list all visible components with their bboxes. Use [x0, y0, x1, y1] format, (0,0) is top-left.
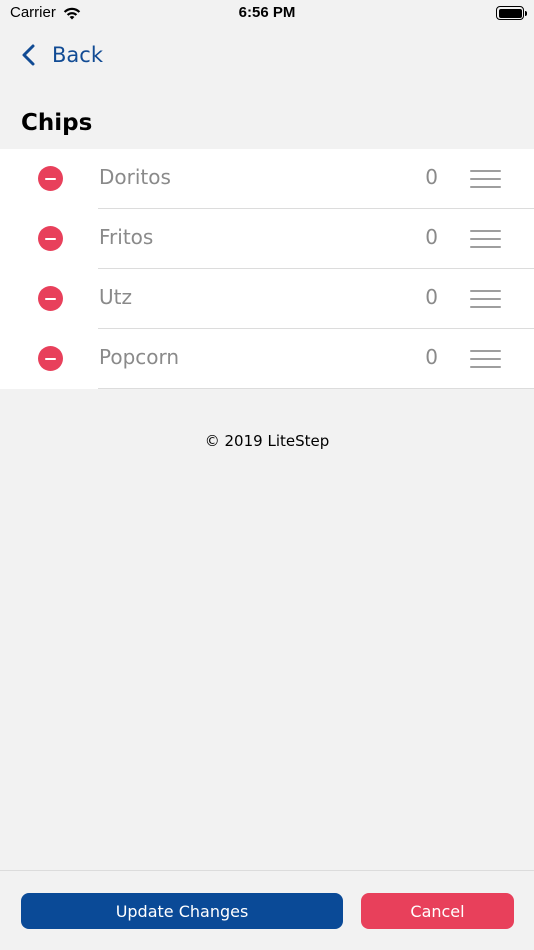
list-item: Utz 0	[0, 269, 534, 329]
item-name: Doritos	[99, 165, 171, 189]
item-count: 0	[425, 165, 438, 189]
back-button[interactable]: Back	[20, 38, 103, 72]
section-title: Chips	[21, 110, 93, 136]
action-bar: Update Changes Cancel	[0, 870, 534, 950]
drag-handle-icon[interactable]	[470, 170, 501, 188]
update-changes-button[interactable]: Update Changes	[21, 893, 343, 929]
drag-handle-icon[interactable]	[470, 230, 501, 248]
cancel-button[interactable]: Cancel	[361, 893, 514, 929]
copyright-text: © 2019 LiteStep	[204, 432, 330, 450]
back-label: Back	[52, 43, 103, 67]
delete-button[interactable]	[38, 166, 63, 191]
item-list: Doritos 0 Fritos 0 Utz 0 Popcorn 0	[0, 149, 534, 389]
list-item: Doritos 0	[0, 149, 534, 209]
item-count: 0	[425, 285, 438, 309]
item-name: Utz	[99, 285, 132, 309]
status-bar: Carrier 6:56 PM	[0, 0, 534, 28]
drag-handle-icon[interactable]	[470, 350, 501, 368]
item-count: 0	[425, 225, 438, 249]
list-item: Fritos 0	[0, 209, 534, 269]
item-count: 0	[425, 345, 438, 369]
list-item: Popcorn 0	[0, 329, 534, 389]
battery-icon	[496, 6, 527, 20]
chevron-left-icon	[22, 44, 35, 66]
item-name: Fritos	[99, 225, 154, 249]
delete-button[interactable]	[38, 226, 63, 251]
delete-button[interactable]	[38, 286, 63, 311]
item-name: Popcorn	[99, 345, 180, 369]
status-time: 6:56 PM	[238, 4, 296, 21]
delete-button[interactable]	[38, 346, 63, 371]
drag-handle-icon[interactable]	[470, 290, 501, 308]
